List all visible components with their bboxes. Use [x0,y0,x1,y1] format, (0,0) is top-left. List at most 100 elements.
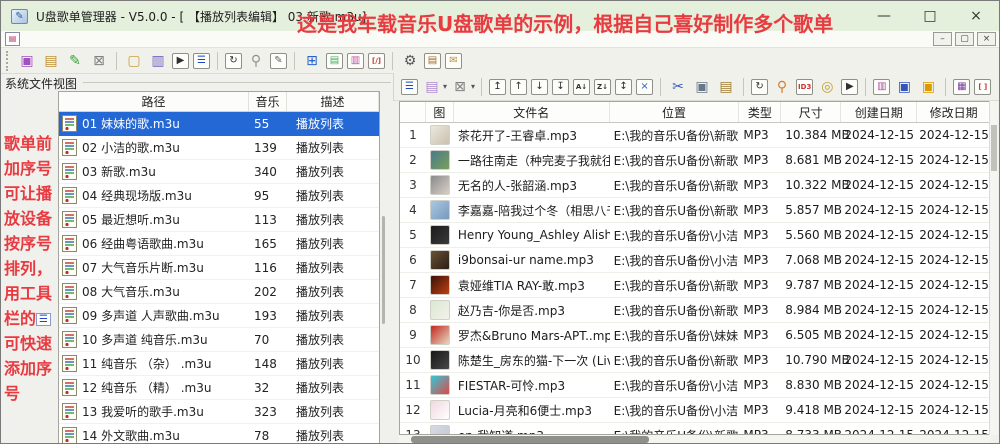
playlist-view-icon[interactable]: ☰ [193,52,210,69]
add-files-icon[interactable]: ▤ [422,77,442,97]
music-row[interactable]: 9 罗杰&Bruno Mars-APT..mp3 E:\我的音乐U备份\妹妹 M… [400,323,991,348]
column-header-created[interactable]: 创建日期 [841,102,918,122]
playlist-filename: 13 我爱听的歌手.m3u [82,405,204,419]
sort-za-icon[interactable]: Z↓ [594,78,612,95]
paste-icon[interactable]: ▤ [716,77,736,97]
playlist-row[interactable]: 02 小洁的歌.m3u 139 播放列表 [59,136,379,160]
edit-form-icon[interactable]: ✎ [270,52,287,69]
sort-az-icon[interactable]: A↓ [573,78,591,95]
column-header-size[interactable]: 尺寸 [781,102,842,122]
edit-pencil-icon[interactable]: ✎ [65,51,85,71]
window-notes-icon[interactable]: ▤ [326,52,343,69]
music-row[interactable]: 13 en-我知道.mp3 E:\我的音乐U备份\新歌 MP3 8.733 MB… [400,423,991,434]
move-down-icon[interactable]: ↓ [531,78,549,95]
music-size: 10.384 MB [785,128,850,142]
left-scrollbar-thumb[interactable] [382,216,385,324]
music-row[interactable]: 11 FIESTAR-可怜.mp3 E:\我的音乐U备份\小洁 MP3 8.83… [400,373,991,398]
reverse-order-icon[interactable]: ↕ [615,78,633,95]
column-header-location[interactable]: 位置 [610,102,740,122]
log-book-icon[interactable]: ▤ [424,52,441,69]
music-row[interactable]: 2 一路往南走（种完麦子我就往南... E:\我的音乐U备份\新歌 MP3 8.… [400,148,991,173]
music-row[interactable]: 8 赵乃吉-你是否.mp3 E:\我的音乐U备份\新歌 MP3 8.984 MB… [400,298,991,323]
save-icon[interactable]: ▣ [894,77,914,97]
move-up-icon[interactable]: ↑ [510,78,528,95]
playlist-list-icon[interactable]: ☰ [401,78,418,95]
cd-burn-icon[interactable]: ◎ [817,77,837,97]
play-icon[interactable]: ▶ [841,78,859,95]
play-icon[interactable]: ▶ [172,52,189,69]
playlist-row[interactable]: 12 纯音乐 （精） .m3u 32 播放列表 [59,376,379,400]
playlist-row[interactable]: 10 多声道 纯音乐.m3u 70 播放列表 [59,328,379,352]
dropdown-arrow-icon[interactable]: ▾ [443,82,447,91]
remove-files-icon[interactable]: ⊠ [450,77,470,97]
dropdown-arrow-icon[interactable]: ▾ [471,82,475,91]
column-header-filename[interactable]: 文件名 [454,102,610,122]
right-vertical-scrollbar[interactable] [989,101,998,435]
playlist-row[interactable]: 03 新歌.m3u 340 播放列表 [59,160,379,184]
playlist-row[interactable]: 05 最近想听.m3u 113 播放列表 [59,208,379,232]
refresh-icon[interactable]: ↻ [751,78,769,95]
column-header-image[interactable]: 图 [426,102,454,122]
music-row[interactable]: 4 李嘉嘉-陪我过个冬（相思八千里... E:\我的音乐U备份\新歌 MP3 5… [400,198,991,223]
playlist-row[interactable]: 11 纯音乐 （杂） .m3u 148 播放列表 [59,352,379,376]
toolbar-gripper[interactable] [6,50,10,71]
column-header-type[interactable]: 类型 [739,102,782,122]
child-window-icon[interactable]: ▤ [5,32,20,46]
new-playlist-icon[interactable]: ▣ [17,51,37,71]
music-row[interactable]: 3 无名的人-张韶涵.mp3 E:\我的音乐U备份\新歌 MP3 10.322 … [400,173,991,198]
new-note-icon[interactable]: ▢ [124,51,144,71]
toolbar-separator [294,51,295,70]
music-row[interactable]: 12 Lucia-月亮和6便士.mp3 E:\我的音乐U备份\小洁 MP3 9.… [400,398,991,423]
delete-trash-icon[interactable]: ⊠ [89,51,109,71]
layout-windows-icon[interactable]: ⊞ [302,51,322,71]
playlist-row[interactable]: 14 外文歌曲.m3u 78 播放列表 [59,424,379,443]
id3-tag-icon[interactable]: ID3 [796,78,814,95]
send-export-icon[interactable]: ✉ [445,52,462,69]
music-row[interactable]: 7 袁娅维TIA RAY-敢.mp3 E:\我的音乐U备份\新歌 MP3 9.7… [400,273,991,298]
cut-icon[interactable]: ✂ [668,77,688,97]
window-split-icon[interactable]: ▥ [347,52,364,69]
playlist-row[interactable]: 04 经典现场版.m3u 95 播放列表 [59,184,379,208]
open-playlist-icon[interactable]: ▤ [41,51,61,71]
music-row[interactable]: 10 陈楚生_房东的猫-下一次 (Live).mp3 E:\我的音乐U备份\新歌… [400,348,991,373]
playlist-row[interactable]: 09 多声道 人声歌曲.m3u 193 播放列表 [59,304,379,328]
user-search-icon[interactable]: ⚲ [246,51,266,71]
music-row[interactable]: 1 茶花开了-王睿卓.mp3 E:\我的音乐U备份\新歌 MP3 10.384 … [400,123,991,148]
music-row[interactable]: 5 Henry Young_Ashley Alisha-Dej... E:\我的… [400,223,991,248]
column-header-rownum[interactable] [400,102,426,122]
maximize-button[interactable]: □ [907,1,953,31]
move-bottom-icon[interactable]: ↧ [552,78,570,95]
shuffle-icon[interactable]: × [636,78,654,95]
music-modified-date: 2024-12-15 [919,228,989,242]
save-as-icon[interactable]: ▣ [918,77,938,97]
column-header-music[interactable]: 音乐 [249,92,287,111]
playlist-row[interactable]: 08 大气音乐.m3u 202 播放列表 [59,280,379,304]
column-header-path[interactable]: 路径 [59,92,249,111]
brackets-icon[interactable]: [ ] [974,78,992,95]
playlist-row[interactable]: 13 我爱听的歌手.m3u 323 播放列表 [59,400,379,424]
report-icon[interactable]: ▥ [873,78,891,95]
search-music-icon[interactable]: ⚲ [772,77,792,97]
column-header-desc[interactable]: 描述 [287,92,379,111]
column-header-modified[interactable]: 修改日期 [917,102,991,122]
table-settings-icon[interactable]: ▦ [953,78,971,95]
window-code-icon[interactable]: [/] [368,52,385,69]
minimize-button[interactable]: — [861,1,907,31]
music-row[interactable]: 6 i9bonsai-ur name.mp3 E:\我的音乐U备份\小洁 MP3… [400,248,991,273]
refresh-icon[interactable]: ↻ [225,52,242,69]
playlist-row[interactable]: 07 大气音乐片断.m3u 116 播放列表 [59,256,379,280]
mdi-close-button[interactable]: × [977,32,996,46]
playlist-row[interactable]: 06 经曲粤语歌曲.m3u 165 播放列表 [59,232,379,256]
move-top-icon[interactable]: ↥ [489,78,507,95]
export-playlist-icon[interactable]: ▥ [148,51,168,71]
copy-icon[interactable]: ▣ [692,77,712,97]
playlist-row[interactable]: 01 妹妹的歌.m3u 55 播放列表 [59,112,379,136]
mdi-minimize-button[interactable]: – [933,32,952,46]
settings-gear-icon[interactable]: ⚙ [400,51,420,71]
right-vertical-scrollbar-thumb[interactable] [991,125,997,171]
right-horizontal-scrollbar-thumb[interactable] [411,436,649,443]
music-size: 7.068 MB [785,253,843,267]
close-button[interactable]: × [953,1,999,31]
right-horizontal-scrollbar[interactable] [399,435,991,443]
mdi-restore-button[interactable]: ▢ [955,32,974,46]
